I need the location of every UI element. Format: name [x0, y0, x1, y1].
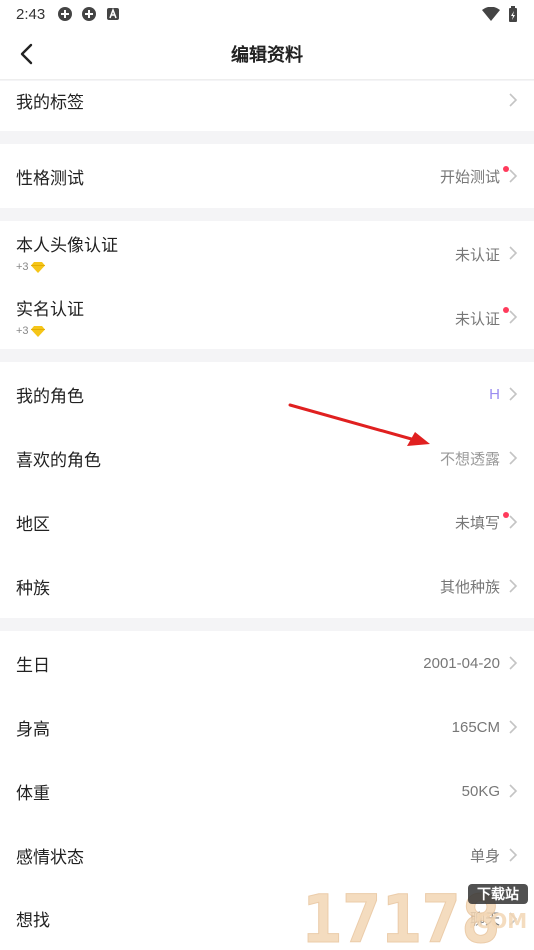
realname-verify-value: 未认证: [454, 311, 500, 328]
height-row[interactable]: 身高 165CM: [0, 695, 534, 759]
region-row[interactable]: 地区 未填写: [0, 490, 534, 554]
personality-test-value: 开始测试: [439, 168, 500, 186]
verification-group: 本人头像认证 +3 未认证 实名认证 +3 未认证: [0, 221, 534, 349]
wifi-icon: [482, 7, 500, 21]
height-value: 165CM: [451, 718, 500, 736]
back-button[interactable]: [10, 38, 42, 70]
relationship-label: 感情状态: [16, 847, 84, 867]
fav-role-row[interactable]: 喜欢的角色 不想透露: [0, 426, 534, 490]
race-value: 其他种族: [439, 578, 500, 596]
chevron-left-icon: [20, 43, 33, 65]
my-role-label: 我的角色: [16, 386, 84, 406]
realname-verify-label: 实名认证: [16, 300, 84, 319]
roles-group: 我的角色 H 喜欢的角色 不想透露 地区 未填写 种族 其他种族: [0, 362, 534, 618]
annotation-arrow-icon: [288, 403, 430, 446]
watermark-sub: 下载站: [477, 886, 519, 903]
birthday-value: 2001-04-20: [423, 654, 500, 672]
weight-value: 50KG: [461, 782, 500, 800]
chevron-right-icon: [509, 515, 518, 529]
my-role-value: H: [489, 385, 500, 403]
weight-label: 体重: [16, 783, 50, 803]
chevron-right-icon: [509, 246, 518, 260]
chevron-right-icon: [509, 451, 518, 465]
chevron-right-icon: [509, 656, 518, 670]
height-label: 身高: [16, 719, 50, 739]
chevron-right-icon: [509, 310, 518, 324]
birthday-row[interactable]: 生日 2001-04-20: [0, 631, 534, 695]
fav-role-value: 不想透露: [439, 450, 500, 468]
app-notification-icon-2: [82, 7, 97, 21]
personality-test-label: 性格测试: [16, 168, 84, 188]
nav-bar: 编辑资料: [0, 28, 534, 80]
status-time: 2:43: [16, 5, 46, 23]
avatar-verify-bonus-text: +3: [16, 261, 29, 273]
personality-test-row[interactable]: 性格测试 开始测试: [0, 144, 534, 208]
chevron-right-icon: [509, 848, 518, 862]
avatar-verify-row[interactable]: 本人头像认证 +3 未认证: [0, 221, 534, 285]
weight-row[interactable]: 体重 50KG: [0, 759, 534, 823]
diamond-icon: [30, 325, 45, 337]
my-tags-label: 我的标签: [16, 92, 84, 112]
seeking-label: 想找: [16, 911, 50, 930]
birthday-label: 生日: [16, 655, 50, 675]
status-bar: 2:43: [0, 0, 534, 28]
region-label: 地区: [16, 514, 50, 534]
race-row[interactable]: 种族 其他种族: [0, 554, 534, 618]
chevron-right-icon: [509, 169, 518, 183]
fav-role-label: 喜欢的角色: [16, 450, 101, 470]
my-tags-row[interactable]: 我的标签: [0, 81, 534, 119]
relationship-row[interactable]: 感情状态 单身: [0, 823, 534, 887]
chevron-right-icon: [509, 93, 518, 107]
my-role-row[interactable]: 我的角色 H: [0, 362, 534, 426]
battery-icon: [509, 6, 517, 22]
diamond-icon: [30, 261, 45, 273]
app-notification-icon: [58, 7, 73, 21]
relationship-value: 单身: [469, 847, 500, 865]
realname-verify-row[interactable]: 实名认证 +3 未认证: [0, 285, 534, 349]
watermark-logo: 17178 下载站 .COM: [302, 882, 528, 950]
avatar-verify-value: 未认证: [454, 247, 500, 264]
avatar-verify-label: 本人头像认证: [16, 236, 118, 255]
a-notification-icon: [107, 7, 120, 20]
realname-verify-bonus: +3: [16, 325, 45, 337]
chevron-right-icon: [509, 579, 518, 593]
tags-group: 我的标签: [0, 81, 534, 131]
chevron-right-icon: [509, 387, 518, 401]
chevron-right-icon: [509, 720, 518, 734]
race-label: 种族: [16, 578, 50, 598]
chevron-right-icon: [509, 784, 518, 798]
region-value: 未填写: [454, 514, 500, 532]
page-title: 编辑资料: [231, 44, 303, 65]
personality-group: 性格测试 开始测试: [0, 144, 534, 208]
watermark-domain: .COM: [468, 909, 527, 933]
avatar-verify-bonus: +3: [16, 261, 45, 273]
realname-verify-bonus-text: +3: [16, 325, 29, 337]
